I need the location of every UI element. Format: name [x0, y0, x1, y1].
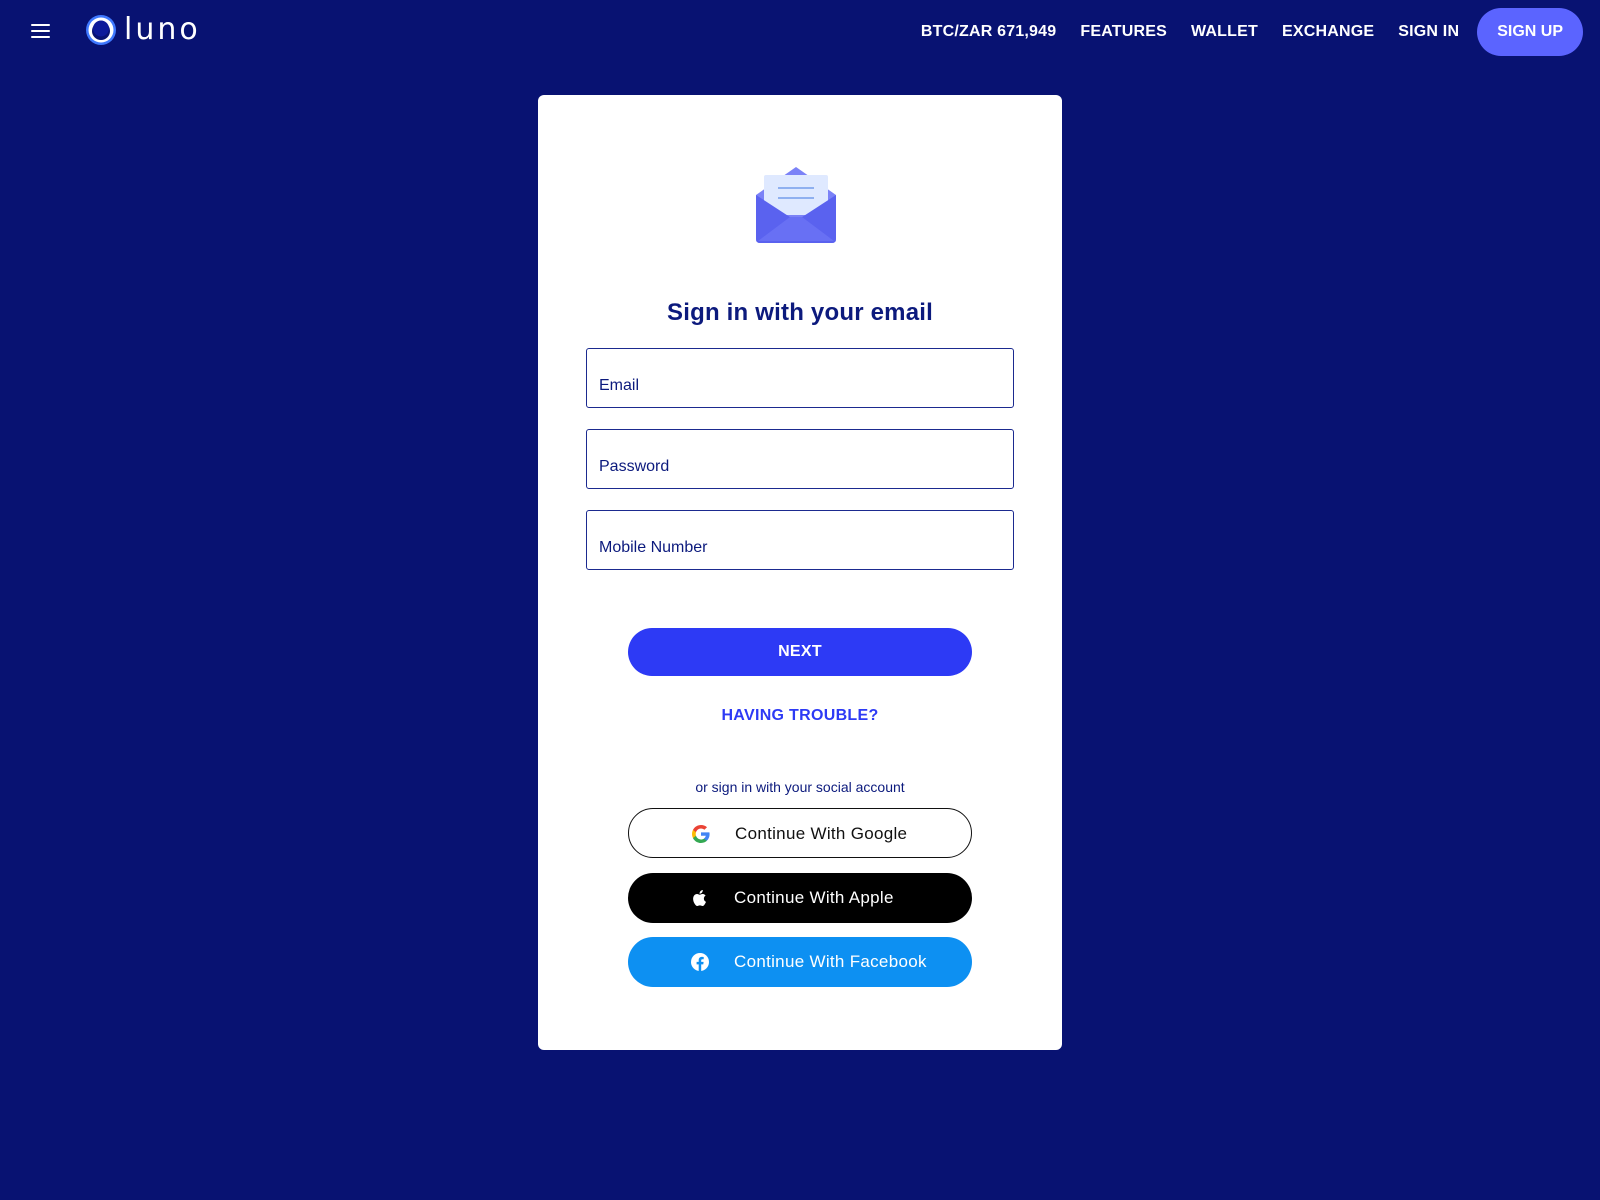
google-icon	[692, 825, 710, 843]
luno-logo[interactable]: LUNO	[86, 12, 201, 48]
next-button[interactable]: NEXT	[628, 628, 972, 676]
email-field[interactable]	[587, 349, 1013, 407]
password-field-box	[586, 429, 1014, 489]
apple-icon	[693, 890, 706, 906]
password-field[interactable]	[587, 430, 1013, 488]
continue-with-google-button[interactable]: Continue With Google	[628, 808, 972, 858]
nav-sign-in[interactable]: SIGN IN	[1398, 23, 1459, 41]
brand-name: LUNO	[124, 12, 201, 47]
social-sign-in-caption: or sign in with your social account	[695, 779, 905, 795]
mobile-number-field-box	[586, 510, 1014, 570]
nav-wallet[interactable]: WALLET	[1191, 23, 1258, 41]
sign-up-button[interactable]: SIGN UP	[1477, 8, 1583, 56]
email-field-box	[586, 348, 1014, 408]
google-button-label: Continue With Google	[735, 824, 908, 843]
facebook-icon	[691, 953, 709, 971]
sign-in-card: Sign in with your email NEXT HAVING TROU…	[538, 95, 1062, 1050]
nav-features[interactable]: FEATURES	[1080, 23, 1167, 41]
mobile-number-field[interactable]	[587, 511, 1013, 569]
nav-exchange[interactable]: EXCHANGE	[1282, 23, 1374, 41]
luno-logo-icon	[86, 15, 116, 45]
continue-with-apple-button[interactable]: Continue With Apple	[628, 873, 972, 923]
main-nav: BTC/ZAR 671,949 FEATURES WALLET EXCHANGE…	[921, 8, 1583, 56]
having-trouble-link[interactable]: HAVING TROUBLE?	[538, 707, 1062, 725]
top-navigation-bar: LUNO BTC/ZAR 671,949 FEATURES WALLET EXC…	[0, 0, 1600, 64]
facebook-button-label: Continue With Facebook	[734, 952, 927, 971]
btc-zar-ticker: BTC/ZAR 671,949	[920, 23, 1057, 40]
continue-with-facebook-button[interactable]: Continue With Facebook	[628, 937, 972, 987]
open-envelope-icon	[756, 167, 836, 243]
menu-icon[interactable]	[30, 22, 52, 40]
apple-button-label: Continue With Apple	[734, 888, 894, 907]
page-title: Sign in with your email	[667, 299, 933, 326]
